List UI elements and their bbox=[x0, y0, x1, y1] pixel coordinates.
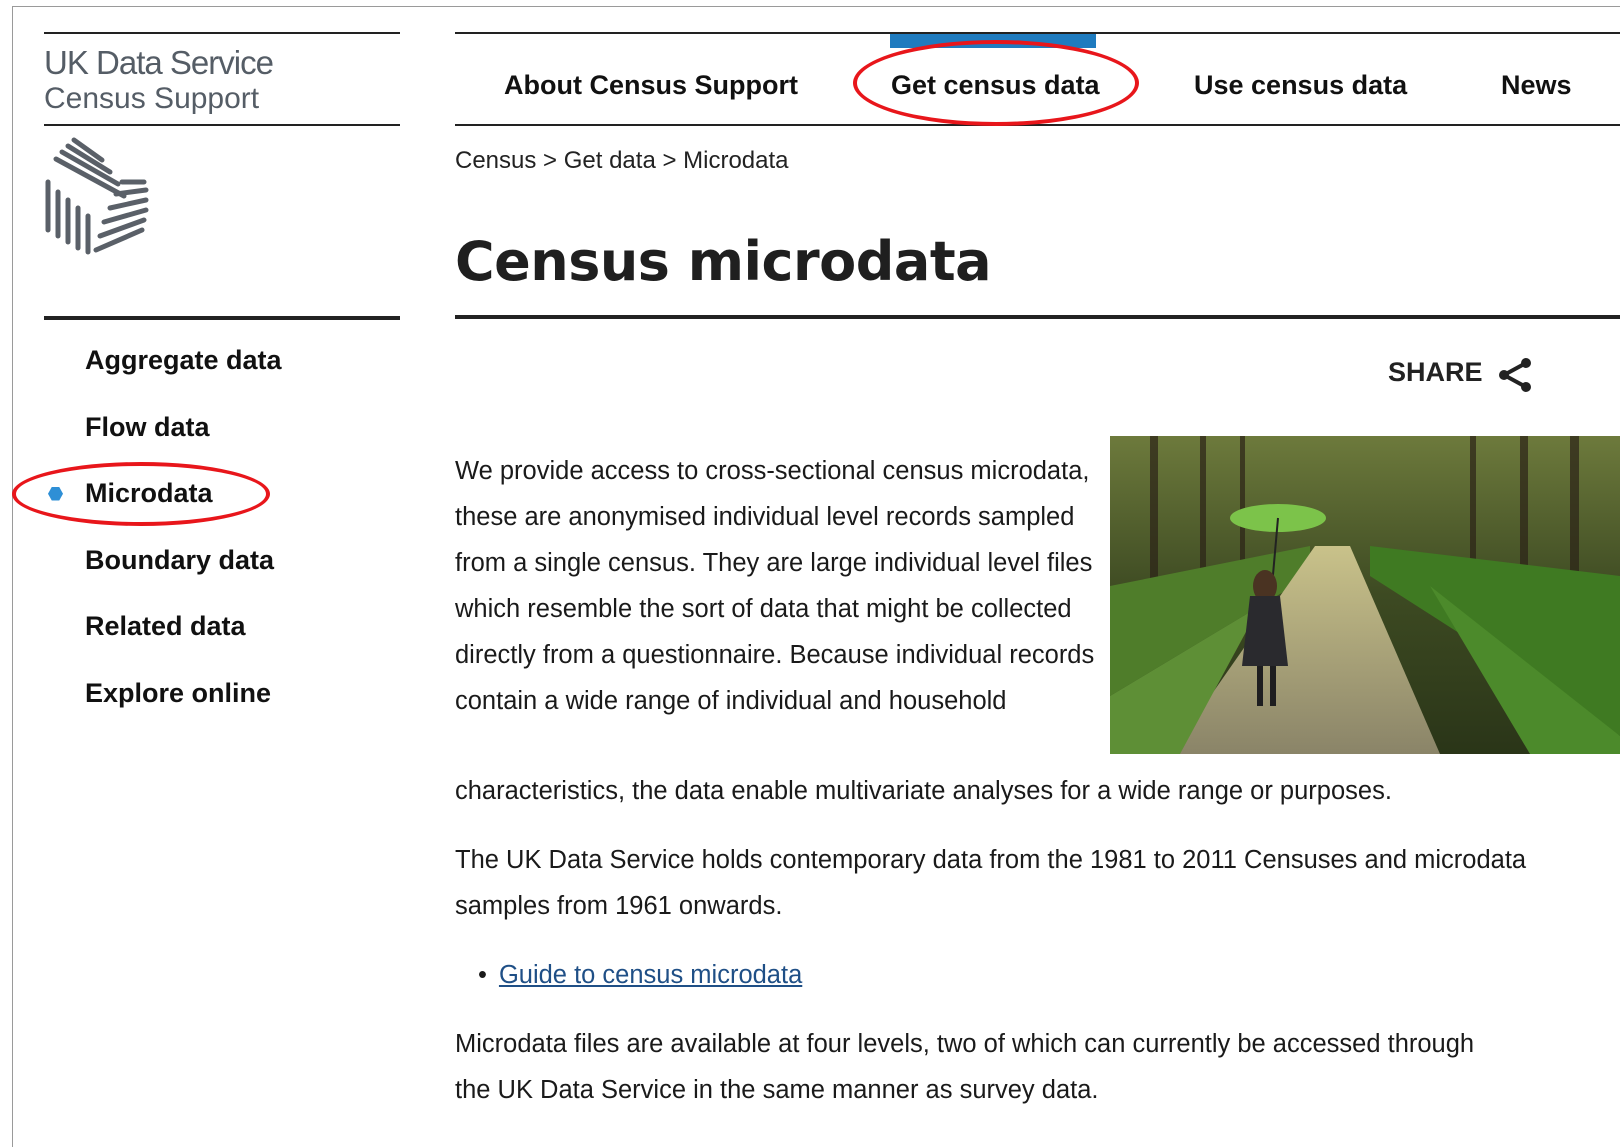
nav-news[interactable]: News bbox=[1501, 70, 1572, 101]
sidebar-divider bbox=[44, 316, 400, 320]
nav-about-census-support[interactable]: About Census Support bbox=[504, 70, 798, 101]
levels-paragraph: Microdata files are available at four le… bbox=[455, 1021, 1615, 1113]
levels-paragraph-line2: the UK Data Service in the same manner a… bbox=[455, 1076, 1099, 1104]
bullet-marker: • bbox=[478, 961, 487, 989]
sidebar-item-boundary-data[interactable]: Boundary data bbox=[44, 538, 400, 605]
census-logo-icon bbox=[44, 132, 154, 257]
nav-use-census-data[interactable]: Use census data bbox=[1194, 70, 1407, 101]
sidebar-nav: Aggregate data Flow data Microdata Bound… bbox=[44, 338, 400, 738]
title-divider bbox=[455, 315, 1620, 319]
page-title: Census microdata bbox=[455, 230, 992, 293]
sidebar-item-flow-data[interactable]: Flow data bbox=[44, 405, 400, 472]
intro-paragraph-continued: characteristics, the data enable multiva… bbox=[455, 777, 1392, 805]
intro-paragraph: We provide access to cross-sectional cen… bbox=[455, 457, 1095, 715]
sidebar-item-explore-online[interactable]: Explore online bbox=[44, 671, 400, 738]
levels-paragraph-line1: Microdata files are available at four le… bbox=[455, 1030, 1475, 1058]
highlight-annotation-nav bbox=[853, 40, 1139, 126]
brand-subtitle: Census Support bbox=[44, 82, 260, 115]
share-icon bbox=[1499, 358, 1531, 392]
breadcrumb[interactable]: Census > Get data > Microdata bbox=[455, 147, 789, 175]
site-brand[interactable]: UK Data Service Census Support bbox=[44, 32, 400, 126]
holdings-paragraph: The UK Data Service holds contemporary d… bbox=[455, 846, 1527, 920]
share-label: SHARE bbox=[1388, 357, 1483, 387]
sidebar-item-aggregate-data[interactable]: Aggregate data bbox=[44, 338, 400, 405]
share-button[interactable]: SHARE bbox=[1388, 357, 1531, 397]
woman-umbrella-forest-path-image bbox=[1110, 436, 1620, 754]
brand-title: UK Data Service bbox=[44, 44, 274, 81]
highlight-annotation-sidebar bbox=[12, 462, 270, 526]
guide-to-census-microdata-link[interactable]: Guide to census microdata bbox=[499, 961, 802, 989]
sidebar-item-related-data[interactable]: Related data bbox=[44, 604, 400, 671]
list-item: • Guide to census microdata bbox=[478, 952, 802, 998]
